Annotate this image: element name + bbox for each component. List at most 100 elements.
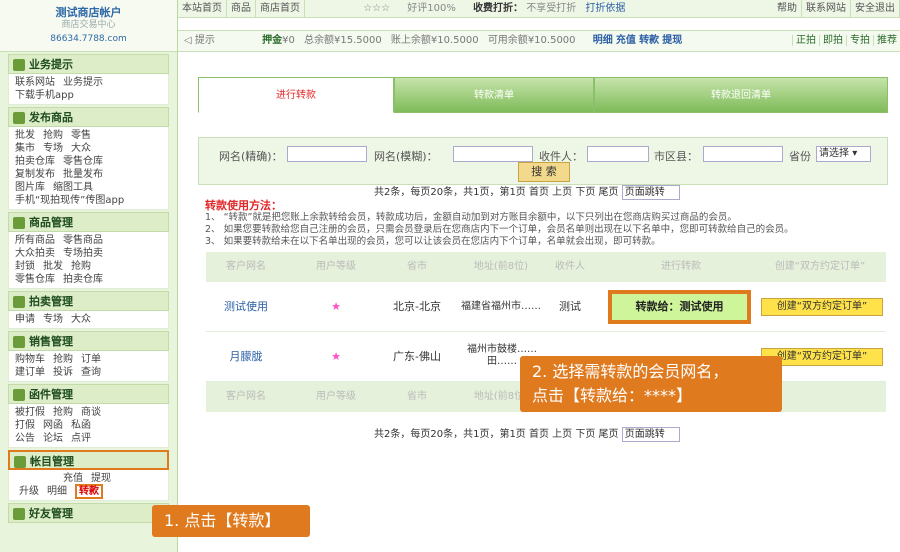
sidebar-section: 销售管理购物车 抢购 订单建订单 投诉 查询 — [8, 331, 169, 382]
sidebar-link[interactable]: 明细 — [47, 486, 67, 497]
sidebar-link[interactable]: 零售商品 — [63, 235, 103, 246]
sidebar-link[interactable]: 打假 — [15, 420, 35, 431]
sidebar-link[interactable]: 申请 — [15, 314, 35, 325]
sidebar-link[interactable]: 零售仓库 — [63, 156, 103, 167]
help-section: 转款使用方法： 1、 “转款”就是把您账上余款转给会员，转款成功后，金额自动加到… — [205, 200, 895, 248]
sidebar-link[interactable]: 投诉 — [53, 367, 73, 378]
chevron-down-icon: ▾ — [852, 148, 858, 159]
section-icon — [13, 59, 25, 71]
fee-link[interactable]: 打折依据 — [585, 3, 625, 14]
nav-home[interactable]: 本站首页 — [178, 0, 227, 18]
sidebar-link[interactable]: 零售 — [71, 130, 91, 141]
sidebar-link[interactable]: 提现 — [91, 473, 111, 484]
logout-link[interactable]: 安全退出 — [851, 0, 900, 18]
auction-special[interactable]: 专拍 — [846, 35, 873, 46]
sidebar-section-title[interactable]: 好友管理 — [8, 503, 169, 523]
auction-instant[interactable]: 即拍 — [819, 35, 846, 46]
sidebar-link[interactable]: 升级 — [19, 486, 39, 497]
sidebar-link[interactable]: 批发 — [15, 130, 35, 141]
sidebar-section-title[interactable]: 发布商品 — [8, 107, 169, 127]
contact-link[interactable]: 联系网站 — [802, 0, 851, 18]
sidebar-link[interactable]: 封锁 — [15, 261, 35, 272]
sidebar-link[interactable]: 批量发布 — [63, 169, 103, 180]
sidebar-link[interactable]: 下载手机app — [15, 90, 74, 101]
sidebar-link[interactable]: 业务提示 — [63, 77, 103, 88]
sidebar-section-title[interactable]: 销售管理 — [8, 331, 169, 351]
sidebar-link[interactable]: 拍卖仓库 — [63, 274, 103, 285]
sidebar-link[interactable]: 建订单 — [15, 367, 45, 378]
help-link[interactable]: 帮助 — [773, 0, 802, 18]
auction-normal[interactable]: 正拍 — [792, 35, 819, 46]
tab-transfer-list[interactable]: 转款清单 — [394, 77, 594, 113]
transfer-link[interactable]: 转款 — [639, 35, 659, 46]
tab-return-list[interactable]: 转款退回清单 — [594, 77, 888, 113]
sidebar-link[interactable]: 点评 — [71, 433, 91, 444]
sidebar-link[interactable]: 批发 — [43, 261, 63, 272]
district-input[interactable] — [703, 146, 783, 162]
province-select[interactable]: 请选择 ▾ — [816, 146, 871, 162]
page-jump-select[interactable]: 页面跳转 — [621, 427, 680, 442]
withdraw-link[interactable]: 提现 — [662, 35, 682, 46]
sidebar-link[interactable]: 被打假 — [15, 407, 45, 418]
sidebar-section-title[interactable]: 业务提示 — [8, 54, 169, 74]
sidebar-link[interactable]: 大众 — [71, 143, 91, 154]
sidebar-link[interactable]: 专场拍卖 — [63, 248, 103, 259]
deposit-label: 押金 — [262, 35, 283, 46]
section-icon — [14, 456, 26, 468]
sidebar-link[interactable]: 商谈 — [81, 407, 101, 418]
sidebar-section-title[interactable]: 帐目管理 — [8, 450, 169, 470]
member-name[interactable]: 月朦胧 — [206, 332, 286, 382]
sidebar-link[interactable]: 公告 — [15, 433, 35, 444]
tab-transfer[interactable]: 进行转款 — [198, 77, 394, 113]
sidebar-link[interactable]: 联系网站 — [15, 77, 55, 88]
top-bar: 本站首页 商品 商店首页 ☆☆☆ 好评100% 收费打折： 不享受打折 打折依据 帮… — [178, 0, 900, 18]
sidebar-link[interactable]: 转款 — [75, 484, 103, 499]
sidebar-link[interactable]: 手机“现拍现传”传图app — [15, 195, 124, 206]
sidebar-link[interactable]: 抢购 — [53, 407, 73, 418]
fuzzy-name-input[interactable] — [453, 146, 533, 162]
nav-goods[interactable]: 商品 — [227, 0, 256, 18]
search-button[interactable]: 搜 索 — [518, 162, 570, 182]
avail-value: ¥10.5000 — [527, 35, 576, 46]
sidebar-link[interactable]: 充值 — [63, 473, 83, 484]
sidebar-link[interactable]: 抢购 — [71, 261, 91, 272]
exact-name-input[interactable] — [287, 146, 367, 162]
sidebar-link[interactable]: 抢购 — [43, 130, 63, 141]
nav-shop-home[interactable]: 商店首页 — [256, 0, 305, 18]
sidebar-link[interactable]: 论坛 — [43, 433, 63, 444]
sidebar-section-title[interactable]: 商品管理 — [8, 212, 169, 232]
acct-label: 账上余额 — [390, 35, 431, 46]
sidebar-link[interactable]: 网函 — [43, 420, 63, 431]
create-order-button[interactable]: 创建“双方约定订单” — [761, 298, 883, 316]
fee-label: 收费打折： — [473, 3, 524, 14]
sidebar-link[interactable]: 大众 — [71, 314, 91, 325]
star-icon: ★ — [331, 350, 341, 363]
sidebar-link[interactable]: 专场 — [43, 314, 63, 325]
recommend[interactable]: 推荐 — [873, 35, 900, 46]
sidebar-section-title[interactable]: 函件管理 — [8, 384, 169, 404]
recharge-link[interactable]: 充值 — [616, 35, 636, 46]
sidebar-link[interactable]: 零售仓库 — [15, 274, 55, 285]
sidebar-link[interactable]: 所有商品 — [15, 235, 55, 246]
sidebar-link[interactable]: 大众拍卖 — [15, 248, 55, 259]
sidebar-link[interactable]: 专场 — [43, 143, 63, 154]
sidebar-link[interactable]: 缩图工具 — [53, 182, 93, 193]
page-jump-select[interactable]: 页面跳转 — [621, 185, 680, 200]
sidebar-link[interactable]: 购物车 — [15, 354, 45, 365]
member-name[interactable]: 测试使用 — [206, 282, 286, 332]
sidebar-link[interactable]: 图片库 — [15, 182, 45, 193]
sidebar-link[interactable]: 拍卖仓库 — [15, 156, 55, 167]
shop-logo[interactable]: 测试商店帐户 商店交易中心 86634.7788.com — [0, 0, 177, 52]
sidebar-link[interactable]: 查询 — [81, 367, 101, 378]
sidebar-link[interactable]: 集市 — [15, 143, 35, 154]
total-value: ¥15.5000 — [334, 35, 382, 46]
sidebar-link[interactable]: 订单 — [81, 354, 101, 365]
sidebar-section-title[interactable]: 拍卖管理 — [8, 291, 169, 311]
sidebar-link[interactable]: 复制发布 — [15, 169, 55, 180]
pager-bottom: 共2条，每页20条，共1页，第1页 首页 上页 下页 尾页 页面跳转 — [374, 425, 680, 442]
transfer-to-button[interactable]: 转款给：测试使用 — [608, 290, 751, 324]
detail-link[interactable]: 明细 — [593, 35, 613, 46]
sidebar-link[interactable]: 抢购 — [53, 354, 73, 365]
sidebar-link[interactable]: 私函 — [71, 420, 91, 431]
recipient-input[interactable] — [587, 146, 649, 162]
